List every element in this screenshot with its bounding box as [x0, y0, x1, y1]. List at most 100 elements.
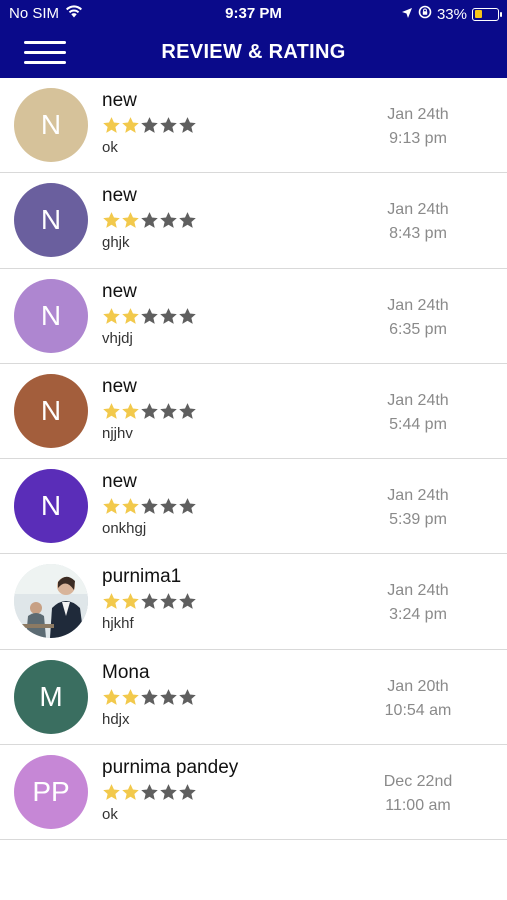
review-list-item[interactable]: M Mona hdjx Jan 20th 10:54 am — [0, 649, 507, 746]
review-timestamp: Jan 24th 5:39 pm — [363, 484, 473, 532]
star-filled-icon — [122, 498, 139, 515]
reviewer-name: new — [102, 280, 137, 302]
star-empty-icon — [160, 117, 177, 133]
star-filled-icon — [122, 307, 139, 324]
star-empty-icon — [160, 403, 177, 419]
avatar: N — [14, 373, 88, 448]
review-time: 5:39 pm — [389, 511, 447, 529]
star-empty-icon — [179, 498, 196, 515]
star-filled-icon — [122, 212, 139, 229]
review-list-item[interactable]: Nnew onkhgj Jan 24th 5:39 pm — [0, 459, 507, 555]
star-empty-icon — [160, 688, 177, 705]
reviewer-name: new — [102, 471, 137, 493]
review-time: 5:44 pm — [389, 415, 447, 433]
avatar-initials: N — [40, 299, 62, 331]
star-empty-icon — [141, 784, 158, 800]
star-filled-icon — [122, 688, 139, 705]
star-rating — [102, 783, 197, 802]
review-list-item[interactable]: Nnew ok Jan 24th 9:13 pm — [0, 78, 507, 174]
review-comment: hjkhf — [102, 615, 134, 633]
star-empty-icon — [141, 688, 158, 705]
star-empty-icon — [179, 593, 196, 610]
star-filled-icon — [103, 688, 120, 705]
review-timestamp: Dec 22nd 11:00 am — [363, 770, 473, 818]
star-empty-icon — [160, 498, 177, 515]
star-filled-icon — [103, 403, 120, 419]
star-filled-icon — [103, 498, 120, 515]
review-time: 9:13 pm — [389, 130, 447, 147]
star-rating — [102, 307, 197, 326]
avatar: N — [14, 88, 88, 162]
avatar: N — [14, 183, 88, 258]
avatar-initials: PP — [32, 776, 70, 808]
reviewer-name: new — [102, 185, 137, 207]
location-arrow-icon — [401, 6, 413, 23]
star-rating — [102, 497, 197, 516]
star-rating — [102, 402, 197, 421]
star-empty-icon — [179, 688, 196, 705]
review-comment: hdjx — [102, 710, 130, 728]
review-comment: onkhgj — [102, 520, 147, 538]
review-list-item[interactable]: Nnew ghjk Jan 24th 8:43 pm — [0, 173, 507, 269]
star-filled-icon — [122, 117, 139, 133]
avatar-photo — [14, 564, 88, 639]
avatar-initials: N — [40, 204, 62, 236]
review-timestamp: Jan 24th 6:35 pm — [363, 294, 473, 342]
review-time: 3:24 pm — [389, 606, 447, 624]
star-rating — [102, 688, 197, 707]
review-date: Jan 24th — [387, 201, 449, 219]
star-filled-icon — [103, 593, 120, 610]
review-date: Jan 24th — [387, 296, 449, 314]
review-list-item[interactable]: PP purnima pandey ok Dec 22nd 11:00 am — [0, 745, 507, 841]
star-filled-icon — [122, 403, 139, 419]
review-time: 8:43 pm — [389, 225, 447, 243]
reviewer-name: Mona — [102, 661, 150, 683]
star-empty-icon — [141, 498, 158, 515]
avatar: N — [14, 469, 88, 544]
review-timestamp: Jan 24th 3:24 pm — [363, 579, 473, 627]
review-list-item[interactable]: purnima1 hjkhf Jan 24th 3:24 pm — [0, 554, 507, 650]
star-filled-icon — [103, 784, 120, 800]
avatar-initials: N — [40, 394, 62, 426]
reviewer-name: purnima1 — [102, 566, 182, 588]
star-empty-icon — [179, 117, 196, 133]
star-filled-icon — [103, 212, 120, 229]
avatar-initials: N — [40, 490, 62, 522]
review-date: Jan 24th — [387, 582, 449, 600]
rotation-lock-icon — [418, 5, 432, 23]
star-filled-icon — [122, 784, 139, 800]
review-date: Jan 24th — [387, 391, 449, 409]
star-rating — [102, 211, 197, 230]
star-empty-icon — [179, 307, 196, 324]
star-empty-icon — [160, 784, 177, 800]
review-list: Nnew ok Jan 24th 9:13 pm Nnew ghjk Jan 24th 8:4… — [0, 78, 507, 841]
reviewer-name: new — [102, 90, 137, 111]
star-empty-icon — [179, 212, 196, 229]
review-list-item[interactable]: Nnew njjhv Jan 24th 5:44 pm — [0, 363, 507, 460]
review-time: 6:35 pm — [389, 320, 447, 338]
avatar-initials: M — [39, 680, 63, 712]
avatar: N — [14, 278, 88, 353]
star-empty-icon — [160, 212, 177, 229]
battery-percent: 33% — [436, 5, 467, 23]
star-empty-icon — [160, 593, 177, 610]
nav-bar: REVIEW & RATING — [0, 28, 507, 78]
review-comment: njjhv — [102, 424, 133, 442]
review-timestamp: Jan 24th 5:44 pm — [363, 389, 473, 437]
avatar: PP — [14, 755, 88, 830]
review-timestamp: Jan 24th 9:13 pm — [363, 103, 473, 151]
star-rating — [102, 116, 197, 135]
person-photo-icon — [14, 564, 88, 639]
star-empty-icon — [141, 403, 158, 419]
star-filled-icon — [122, 593, 139, 610]
star-empty-icon — [160, 307, 177, 324]
star-empty-icon — [141, 593, 158, 610]
status-right: 33% — [401, 5, 502, 23]
review-time: 11:00 am — [385, 797, 451, 815]
review-date: Jan 24th — [387, 487, 449, 505]
star-filled-icon — [103, 117, 120, 133]
battery-icon — [472, 7, 502, 21]
star-rating — [102, 592, 197, 611]
review-list-item[interactable]: Nnew vhjdj Jan 24th 6:35 pm — [0, 268, 507, 364]
review-timestamp: Jan 24th 8:43 pm — [363, 198, 473, 246]
